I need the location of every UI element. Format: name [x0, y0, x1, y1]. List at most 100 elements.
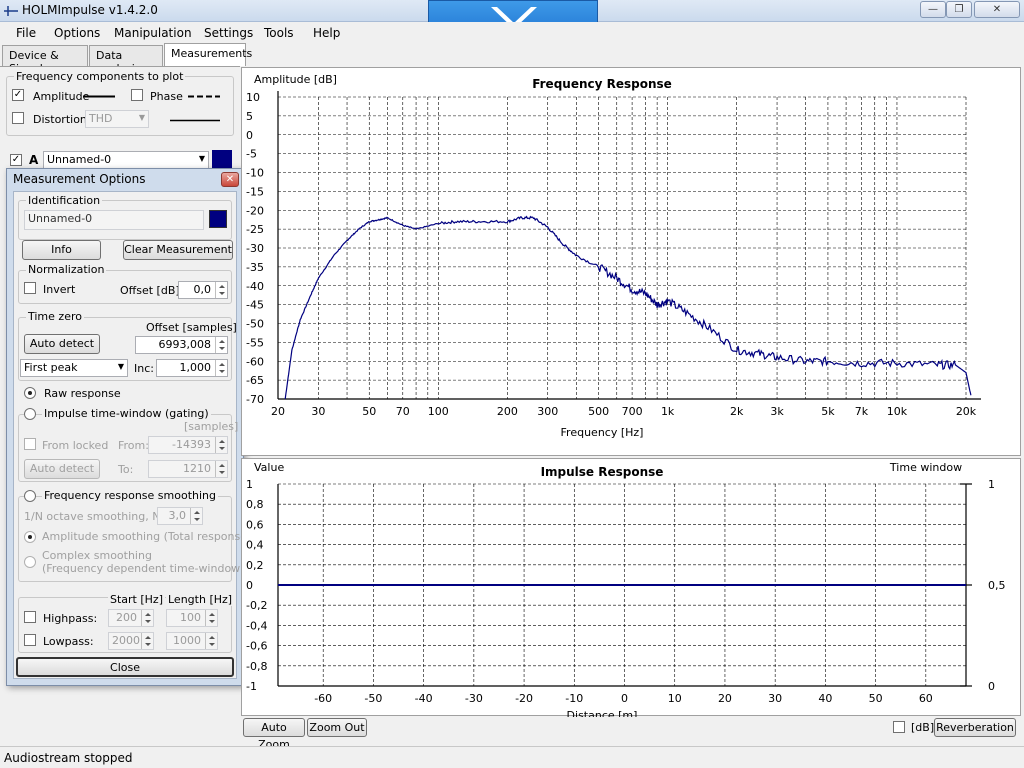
y-tick-label: 0,2: [246, 559, 264, 572]
y-tick-label: 0: [246, 129, 253, 142]
x-tick-label: 40: [818, 692, 832, 705]
tab-device-signal[interactable]: Device & Signal: [2, 45, 88, 75]
auto-zoom-button[interactable]: Auto Zoom: [243, 718, 305, 751]
info-button[interactable]: Info: [22, 240, 101, 260]
db-label: [dB]: [911, 721, 935, 734]
chart-title: Frequency Response: [532, 77, 672, 91]
zoom-out-button[interactable]: Zoom Out: [307, 718, 367, 737]
x-tick-label: 60: [919, 692, 933, 705]
complex-smoothing-radio[interactable]: [24, 556, 36, 568]
lowpass-length-spinner[interactable]: [205, 633, 217, 649]
lowpass-start-input[interactable]: 2000: [108, 632, 154, 650]
gating-auto-detect-button[interactable]: Auto detect: [24, 459, 100, 479]
highpass-start-input[interactable]: 200: [108, 609, 154, 627]
lowpass-checkbox[interactable]: [24, 634, 36, 646]
to-value: 1210: [183, 462, 211, 475]
auto-detect-button[interactable]: Auto detect: [24, 334, 100, 354]
y-tick-label: -65: [246, 374, 264, 387]
frequency-response-chart[interactable]: 1050-5-10-15-20-25-30-35-40-45-50-55-60-…: [242, 68, 1022, 457]
impulse-response-panel: 1 0,8 0,6 0,4 0,2 0 -0,2 -0,4 -0,6 -0,8 -1 -60 -50 -4…: [241, 458, 1022, 722]
from-spinner[interactable]: [215, 437, 227, 453]
measurement-a-color[interactable]: [212, 150, 232, 170]
to-spinner[interactable]: [215, 461, 227, 477]
distortion-type-select[interactable]: THD ▼: [85, 110, 149, 128]
menu-options[interactable]: Options: [54, 26, 100, 40]
impulse-window-radio[interactable]: [24, 408, 36, 420]
identification-name-field[interactable]: Unnamed-0: [24, 210, 204, 230]
x-tick-label: -50: [364, 692, 382, 705]
amplitude-checkbox[interactable]: ✓: [12, 89, 24, 101]
identification-color[interactable]: [209, 210, 227, 228]
y-tick-label: 0,4: [246, 539, 264, 552]
highpass-length-input[interactable]: 100: [166, 609, 218, 627]
status-text: Audiostream stopped: [4, 751, 133, 765]
distortion-checkbox[interactable]: [12, 112, 24, 124]
identification-legend: Identification: [26, 194, 103, 207]
highpass-start-spinner[interactable]: [141, 610, 153, 626]
offset-samples-spinner[interactable]: [215, 337, 227, 353]
right-tick-label: 1: [988, 478, 995, 491]
peak-select-value: First peak: [24, 361, 78, 374]
chart-title: Impulse Response: [541, 465, 664, 479]
y-tick-label: 0,6: [246, 518, 264, 531]
measurement-a-select[interactable]: Unnamed-0 ▼: [43, 151, 209, 169]
lowpass-start-spinner[interactable]: [141, 633, 153, 649]
clear-measurement-button[interactable]: Clear Measurement: [123, 240, 233, 260]
offset-db-input[interactable]: 0,0: [178, 281, 228, 299]
highpass-length-spinner[interactable]: [205, 610, 217, 626]
status-bar: Audiostream stopped: [0, 746, 1024, 768]
y-tick-label: 0,8: [246, 498, 264, 511]
offset-samples-input[interactable]: 6993,008: [135, 336, 228, 354]
app-icon: [4, 6, 18, 16]
phase-label: Phase: [150, 90, 183, 103]
smoothing-radio[interactable]: [24, 490, 36, 502]
amplitude-smoothing-radio[interactable]: [24, 531, 36, 543]
offset-db-spinner[interactable]: [215, 282, 227, 298]
menu-tools[interactable]: Tools: [264, 26, 294, 40]
minimize-button[interactable]: —: [920, 1, 946, 18]
inc-spinner[interactable]: [215, 360, 227, 376]
x-tick-label: 30: [768, 692, 782, 705]
x-tick-label: 30: [311, 405, 325, 418]
tab-data-analysis[interactable]: Data analysis: [89, 45, 163, 75]
offset-samples-label: Offset [samples]: [146, 321, 237, 334]
y-axis-title: Value: [254, 461, 284, 474]
measurement-a-checkbox[interactable]: ✓: [10, 154, 22, 166]
impulse-response-chart[interactable]: 1 0,8 0,6 0,4 0,2 0 -0,2 -0,4 -0,6 -0,8 -1 -60 -50 -4…: [242, 459, 1022, 722]
measurement-a-name: Unnamed-0: [47, 153, 112, 166]
y-tick-label: -25: [246, 223, 264, 236]
y-tick-label: -10: [246, 167, 264, 180]
reverberation-button[interactable]: Reverberation: [934, 718, 1016, 737]
series-line-amplitude: [284, 215, 972, 400]
to-input[interactable]: 1210: [148, 460, 228, 478]
from-label: From:: [118, 439, 149, 452]
menu-help[interactable]: Help: [313, 26, 340, 40]
from-locked-checkbox[interactable]: [24, 438, 36, 450]
menu-settings[interactable]: Settings: [204, 26, 253, 40]
octave-smoothing-label: 1/N octave smoothing, N=: [24, 510, 170, 523]
dialog-close-icon[interactable]: ✕: [221, 172, 239, 187]
menu-file[interactable]: File: [16, 26, 36, 40]
complex-smoothing-sublabel: (Frequency dependent time-window): [42, 562, 245, 575]
offset-db-label: Offset [dB]:: [120, 284, 184, 297]
raw-response-radio[interactable]: [24, 387, 36, 399]
highpass-checkbox[interactable]: [24, 611, 36, 623]
invert-checkbox[interactable]: [24, 282, 36, 294]
tab-measurements[interactable]: Measurements: [164, 43, 252, 66]
x-tick-label: 2k: [730, 405, 744, 418]
peak-select[interactable]: First peak ▼: [20, 359, 128, 377]
lowpass-length-input[interactable]: 1000: [166, 632, 218, 650]
octave-smoothing-input[interactable]: 3,0: [157, 507, 203, 525]
phase-checkbox[interactable]: [131, 89, 143, 101]
y-tick-label: -20: [246, 204, 264, 217]
from-input[interactable]: -14393: [148, 436, 228, 454]
maximize-button[interactable]: ❐: [946, 1, 972, 18]
menu-manipulation[interactable]: Manipulation: [114, 26, 192, 40]
close-window-button[interactable]: ✕: [974, 1, 1020, 18]
x-axis-title: Frequency [Hz]: [561, 426, 644, 439]
y-axis-title: Amplitude [dB]: [254, 73, 337, 86]
close-dialog-button[interactable]: Close: [16, 657, 234, 677]
db-checkbox[interactable]: [893, 721, 905, 733]
octave-smoothing-spinner[interactable]: [190, 508, 202, 524]
inc-input[interactable]: 1,000: [156, 359, 228, 377]
